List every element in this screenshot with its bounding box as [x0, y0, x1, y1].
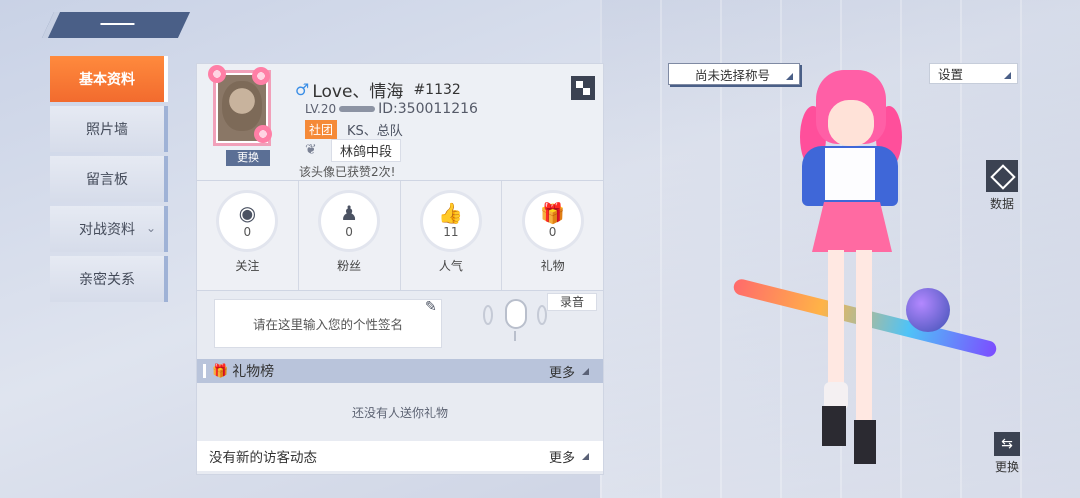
stat-circle: 🎁 0 — [524, 193, 581, 249]
flower-decoration-icon — [252, 67, 270, 85]
diamond-data-icon — [986, 160, 1018, 192]
sidebar-item-photo-wall[interactable]: 照片墙 — [50, 106, 168, 152]
rank-row: ❦ 林鸽中段 — [305, 139, 402, 162]
boot — [854, 420, 876, 464]
stats-row: ◉ 0 关注 ♟ 0 粉丝 👍 11 人气 🎁 0 礼物 — [197, 181, 603, 291]
club-row: 社团 KS、总队 — [305, 120, 403, 139]
chevron-down-icon: ⌄ — [145, 221, 156, 235]
sidebar-item-label: 亲密关系 — [79, 272, 135, 288]
stat-fans[interactable]: ♟ 0 粉丝 — [298, 181, 401, 290]
dropdown-arrow-icon — [1004, 72, 1011, 79]
rank-wing-icon: ❦ — [305, 141, 317, 158]
stat-value: 0 — [548, 225, 557, 239]
level-row: LV.20 ID:350011216 — [305, 101, 478, 117]
stat-gifts[interactable]: 🎁 0 礼物 — [502, 181, 603, 290]
stat-value: 11 — [443, 225, 459, 239]
qr-code-icon[interactable] — [571, 76, 595, 100]
signature-input[interactable]: 请在这里输入您的个性签名 — [214, 299, 442, 348]
level-progress-bar — [339, 106, 376, 112]
profile-header: 更换 ♂ Love、情海 #1132 LV.20 ID:350011216 社团… — [197, 64, 603, 181]
flower-decoration-icon — [254, 125, 272, 143]
stat-label: 关注 — [235, 259, 260, 273]
thumbs-up-icon: 👍 — [438, 201, 464, 225]
sidebar-item-relationships[interactable]: 亲密关系 — [50, 256, 168, 302]
stat-circle: ♟ 0 — [321, 193, 378, 249]
gift-icon: 🎁 — [540, 201, 566, 225]
sidebar-item-basic-info[interactable]: 基本资料 — [50, 56, 168, 102]
microphone-stand — [514, 331, 516, 341]
stat-value: 0 — [345, 225, 353, 239]
profile-panel: 更换 ♂ Love、情海 #1132 LV.20 ID:350011216 社团… — [196, 63, 604, 475]
gift-icon: 🎁 — [212, 363, 229, 379]
player-name: Love、情海 — [312, 82, 404, 102]
stat-label: 人气 — [438, 259, 463, 273]
stat-label: 礼物 — [540, 259, 565, 273]
data-button[interactable]: 数据 — [984, 160, 1020, 212]
swap-outfit-button[interactable]: ⇆ 更换 — [990, 432, 1024, 475]
stat-popularity[interactable]: 👍 11 人气 — [400, 181, 503, 290]
sidebar-item-battle-data[interactable]: 对战资料 ⌄ — [50, 206, 168, 252]
sidebar-item-label: 基本资料 — [79, 72, 135, 88]
stat-label: 粉丝 — [337, 259, 362, 273]
gift-ranking-more-link[interactable]: 更多 — [549, 362, 575, 381]
sidebar-item-label: 对战资料 — [79, 222, 135, 238]
top — [825, 148, 875, 200]
avatar-image — [222, 81, 262, 131]
player-id: ID:350011216 — [378, 101, 478, 117]
record-button[interactable]: 录音 — [547, 293, 597, 311]
sidebar-item-label: 留言板 — [86, 172, 128, 188]
male-gender-icon: ♂ — [295, 80, 310, 99]
staff-orb — [906, 288, 950, 332]
back-arrow-icon — [100, 23, 135, 25]
boot — [822, 406, 846, 446]
swap-arrows-icon: ⇆ — [994, 432, 1020, 456]
stat-circle: ◉ 0 — [219, 193, 276, 249]
visitor-more-link[interactable]: 更多 — [549, 447, 575, 466]
data-label: 数据 — [989, 197, 1014, 211]
player-level: LV.20 — [305, 102, 337, 116]
gift-ranking-header: 🎁 礼物榜 更多 — [197, 359, 603, 383]
face — [828, 100, 874, 146]
rank-label: 林鸽中段 — [331, 139, 402, 162]
more-arrow-icon — [582, 452, 589, 460]
change-avatar-button[interactable]: 更换 — [226, 150, 270, 166]
voice-record-button[interactable] — [477, 291, 557, 355]
stat-value: 0 — [243, 225, 252, 239]
stat-circle: 👍 11 — [422, 193, 479, 249]
visitor-text: 没有新的访客动态 — [209, 450, 317, 466]
player-name-row: ♂ Love、情海 #1132 — [295, 77, 461, 102]
fans-icon: ♟ — [340, 201, 359, 225]
skirt — [812, 202, 892, 252]
sidebar: 基本资料 照片墙 留言板 对战资料 ⌄ 亲密关系 — [50, 56, 170, 306]
more-arrow-icon — [582, 367, 589, 375]
avatar-likes-text: 该头像已获赞2次! — [299, 165, 396, 179]
avatar[interactable] — [208, 65, 272, 146]
gift-ranking-title: 礼物榜 — [232, 364, 275, 380]
signature-area: 请在这里输入您的个性签名 ✎ 录音 — [197, 291, 603, 359]
sidebar-item-label: 照片墙 — [86, 122, 128, 138]
club-badge: 社团 — [305, 120, 338, 139]
visitor-row: 没有新的访客动态 更多 — [197, 441, 603, 471]
pencil-icon[interactable]: ✎ — [425, 299, 437, 315]
gift-ranking-empty-text: 还没有人送你礼物 — [351, 405, 448, 420]
player-tag: #1132 — [413, 81, 461, 98]
eye-icon: ◉ — [238, 201, 257, 225]
leg — [856, 250, 872, 420]
header-accent-bar — [203, 364, 206, 378]
sidebar-item-message-board[interactable]: 留言板 — [50, 156, 168, 202]
club-name[interactable]: KS、总队 — [347, 120, 403, 139]
back-button[interactable] — [41, 12, 191, 38]
sound-wave-icon — [483, 305, 493, 325]
character-model[interactable] — [730, 60, 1000, 480]
stat-follow[interactable]: ◉ 0 关注 — [197, 181, 299, 290]
swap-label: 更换 — [994, 460, 1019, 474]
microphone-icon — [505, 299, 527, 329]
sound-wave-icon — [537, 305, 547, 325]
flower-decoration-icon — [208, 65, 226, 83]
